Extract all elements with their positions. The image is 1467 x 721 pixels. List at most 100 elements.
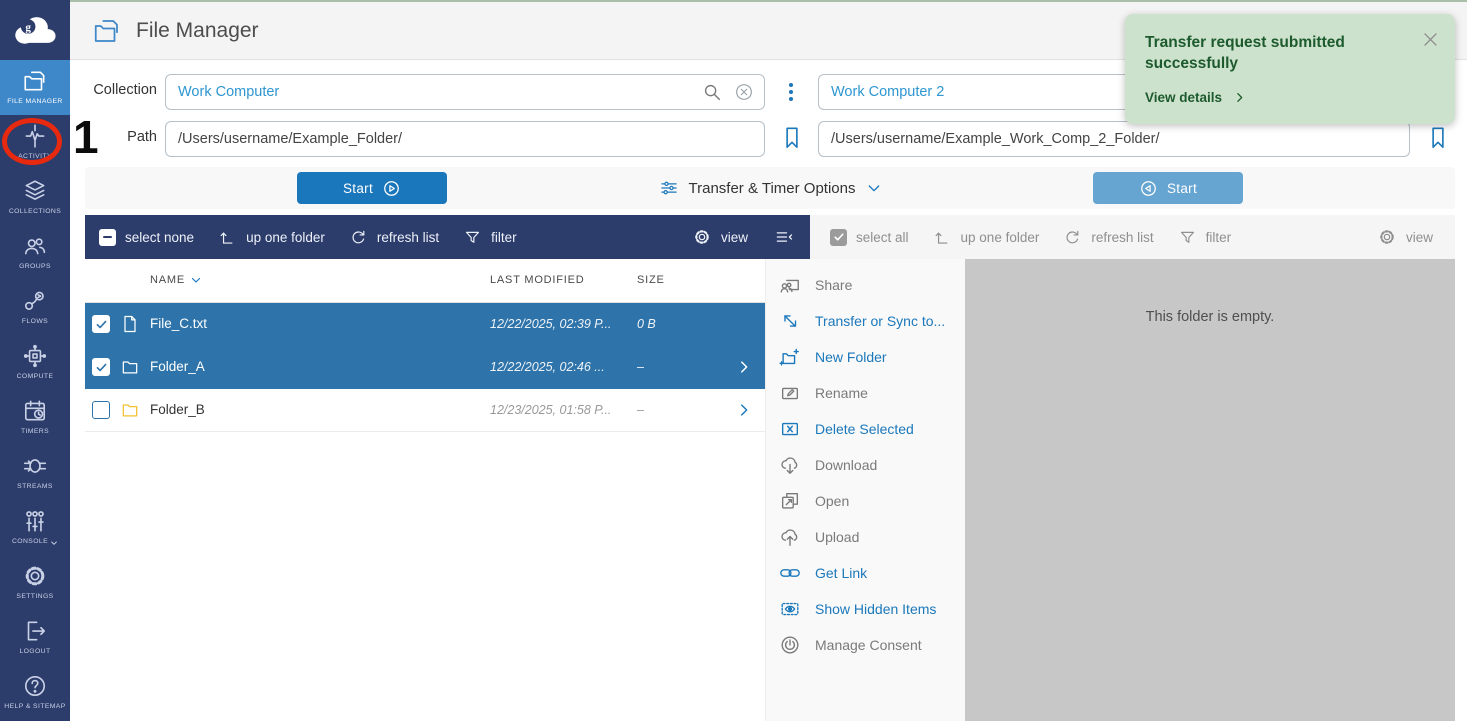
toolbar-refresh-list-button[interactable]: refresh list (1063, 228, 1153, 247)
get-link-icon (779, 562, 801, 584)
sidebar-item-label: GROUPS (19, 263, 51, 271)
toolbar-up-one-folder-button[interactable]: up one folder (933, 228, 1040, 247)
menu-item-new-folder[interactable]: New Folder (766, 339, 965, 375)
source-collection-label: Collection (85, 82, 157, 98)
menu-item-open[interactable]: Open (766, 483, 965, 519)
view-gear-icon (1377, 227, 1397, 247)
row-checkbox[interactable] (92, 401, 110, 419)
sidebar-item-timers[interactable]: TIMERS (0, 390, 70, 445)
sidebar-item-compute[interactable]: COMPUTE (0, 335, 70, 390)
empty-folder-message: This folder is empty. (965, 309, 1455, 325)
sidebar-item-logout[interactable]: LOGOUT (0, 610, 70, 665)
sidebar: g FILE MANAGER ACTIVITY COLLECTIONS GROUPS F… (0, 0, 70, 721)
sort-chevron-down-icon (190, 274, 202, 286)
view-gear-icon (692, 227, 712, 247)
up-one-folder-icon (933, 228, 952, 247)
row-checkbox[interactable] (92, 358, 110, 376)
source-path-input[interactable] (165, 121, 765, 157)
menu-item-get-link[interactable]: Get Link (766, 555, 965, 591)
help-icon (22, 673, 48, 699)
collapse-panel-icon[interactable] (774, 227, 794, 247)
console-icon (22, 508, 48, 534)
sidebar-item-label: STREAMS (17, 483, 53, 491)
start-transfer-destination-button[interactable]: Start (1093, 172, 1243, 204)
menu-item-manage-consent[interactable]: Manage Consent (766, 627, 965, 663)
file-size: – (637, 360, 644, 374)
destination-path-field (818, 121, 1410, 157)
column-label: SIZE (637, 274, 665, 286)
sidebar-item-label: TIMERS (21, 428, 49, 436)
flows-icon (22, 288, 48, 314)
file-row-folder-b[interactable]: Folder_B12/23/2025, 01:58 P...– (85, 389, 765, 432)
sidebar-item-groups[interactable]: GROUPS (0, 225, 70, 280)
source-options-kebab-icon[interactable] (779, 79, 803, 105)
sidebar-item-label: ACTIVITY (18, 153, 52, 161)
file-row-folder-a[interactable]: Folder_A12/22/2025, 02:46 ...– (85, 346, 765, 389)
menu-item-transfer-or-sync-to[interactable]: Transfer or Sync to... (766, 303, 965, 339)
chevron-right-icon[interactable] (735, 401, 753, 419)
play-left-icon (1139, 179, 1158, 198)
sidebar-item-flows[interactable]: FLOWS (0, 280, 70, 335)
chevron-right-icon[interactable] (735, 358, 753, 376)
source-bookmark-icon[interactable] (779, 123, 805, 153)
destination-path-input[interactable] (818, 121, 1410, 157)
close-icon[interactable] (1421, 30, 1440, 49)
file-row-file-c-txt[interactable]: File_C.txt12/22/2025, 02:39 P...0 B (85, 303, 765, 346)
menu-item-share[interactable]: Share (766, 267, 965, 303)
toolbar-item-label: refresh list (1091, 230, 1153, 245)
file-icon (120, 314, 140, 334)
sidebar-item-streams[interactable]: STREAMS (0, 445, 70, 500)
menu-item-download[interactable]: Download (766, 447, 965, 483)
toast-title: Transfer request submitted successfully (1145, 33, 1397, 75)
file-last-modified: 12/22/2025, 02:46 ... (490, 360, 605, 374)
settings-icon (22, 563, 48, 589)
clear-collection-icon[interactable] (733, 81, 755, 103)
toolbar-view-button[interactable]: view (692, 227, 748, 247)
column-header-last-modified[interactable]: LAST MODIFIED (490, 274, 585, 286)
collapse-panel-icon (774, 227, 794, 247)
menu-item-rename[interactable]: Rename (766, 375, 965, 411)
toolbar-select-none-button[interactable]: select none (99, 229, 194, 246)
menu-item-show-hidden-items[interactable]: Show Hidden Items (766, 591, 965, 627)
menu-item-upload[interactable]: Upload (766, 519, 965, 555)
file-list-header: NAME LAST MODIFIED SIZE (85, 259, 765, 303)
source-collection-input[interactable] (165, 74, 765, 110)
toolbar-view-button[interactable]: view (1377, 227, 1433, 247)
row-checkbox[interactable] (92, 315, 110, 333)
toolbar-up-one-folder-button[interactable]: up one folder (218, 228, 325, 247)
filter-icon (463, 228, 482, 247)
menu-item-label: Show Hidden Items (815, 601, 936, 617)
toolbar-select-all-button[interactable]: select all (830, 229, 909, 246)
toolbar-item-label: view (1406, 230, 1433, 245)
rename-icon (779, 382, 801, 404)
start-transfer-source-button[interactable]: Start (297, 172, 447, 204)
start-button-label: Start (1167, 181, 1197, 196)
column-header-size[interactable]: SIZE (637, 274, 665, 286)
sidebar-item-settings[interactable]: SETTINGS (0, 555, 70, 610)
menu-item-delete-selected[interactable]: Delete Selected (766, 411, 965, 447)
sidebar-item-console[interactable]: CONSOLE (0, 500, 70, 555)
page-title: File Manager (92, 16, 259, 46)
sidebar-item-activity[interactable]: ACTIVITY (0, 115, 70, 170)
file-manager-icon (22, 68, 48, 94)
file-manager-icon (92, 16, 122, 46)
search-icon[interactable] (701, 81, 723, 103)
globus-logo[interactable]: g (0, 0, 70, 60)
file-name: Folder_B (150, 402, 205, 417)
sidebar-item-collections[interactable]: COLLECTIONS (0, 170, 70, 225)
toolbar-filter-button[interactable]: filter (463, 228, 517, 247)
toast-view-details-link[interactable]: View details (1145, 90, 1435, 105)
toolbar-refresh-list-button[interactable]: refresh list (349, 228, 439, 247)
toolbar-filter-button[interactable]: filter (1178, 228, 1232, 247)
annotation-step-number: 1 (73, 110, 99, 164)
destination-bookmark-icon[interactable] (1425, 123, 1451, 153)
transfer-timer-options-toggle[interactable]: Transfer & Timer Options (625, 167, 915, 209)
upload-icon (779, 526, 801, 548)
timers-icon (22, 398, 48, 424)
sidebar-item-help-sitemap[interactable]: HELP & SITEMAP (0, 665, 70, 720)
file-list: File_C.txt12/22/2025, 02:39 P...0 B Folde… (85, 303, 765, 432)
sidebar-item-file-manager[interactable]: FILE MANAGER (0, 60, 70, 115)
column-header-name[interactable]: NAME (150, 274, 202, 286)
transfer-icon (779, 310, 801, 332)
source-collection-field (165, 74, 765, 110)
